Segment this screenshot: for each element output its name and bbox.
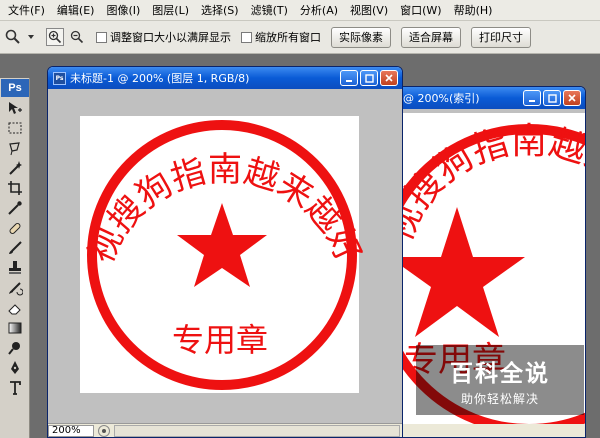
- marquee-icon[interactable]: [0, 118, 29, 138]
- zoom-level-field[interactable]: 200%: [48, 424, 94, 437]
- seal-image: 视搜狗指南越来越好 专用章: [80, 116, 369, 393]
- pen-icon[interactable]: [0, 358, 29, 378]
- type-icon[interactable]: [0, 378, 29, 398]
- document-window-main[interactable]: Ps 未标题-1 @ 200% (图层 1, RGB/8) 视搜狗指南越来越好 …: [47, 66, 403, 438]
- eyedropper-icon[interactable]: [0, 198, 29, 218]
- menu-bar: 文件(F) 编辑(E) 图像(I) 图层(L) 选择(S) 滤镜(T) 分析(A…: [0, 0, 600, 21]
- menu-edit[interactable]: 编辑(E): [51, 0, 101, 21]
- actual-pixels-button[interactable]: 实际像素: [331, 26, 391, 48]
- options-bar: 调整窗口大小以满屏显示 缩放所有窗口 实际像素 适合屏幕 打印尺寸: [0, 21, 600, 54]
- minimize-button[interactable]: [340, 70, 358, 86]
- brush-icon[interactable]: [0, 238, 29, 258]
- resize-windows-checkbox[interactable]: 调整窗口大小以满屏显示: [96, 29, 231, 45]
- move-icon[interactable]: [0, 98, 29, 118]
- zoom-tool-icon[interactable]: [4, 28, 22, 46]
- menu-view[interactable]: 视图(V): [344, 0, 394, 21]
- minimize-button[interactable]: [523, 90, 541, 106]
- toolbox: Ps: [0, 78, 30, 438]
- menu-image[interactable]: 图像(I): [100, 0, 146, 21]
- ps-document-icon: Ps: [53, 71, 66, 85]
- horizontal-scrollbar[interactable]: [114, 424, 400, 437]
- maximize-button[interactable]: [360, 70, 378, 86]
- menu-help[interactable]: 帮助(H): [448, 0, 499, 21]
- status-bar: 200%: [48, 423, 402, 437]
- ps-logo: Ps: [1, 79, 29, 97]
- zoom-all-windows-label: 缩放所有窗口: [255, 31, 321, 44]
- watermark: 百科全说 助你轻松解决: [416, 345, 584, 415]
- fit-screen-button[interactable]: 适合屏幕: [401, 26, 461, 48]
- burn-icon[interactable]: [0, 338, 29, 358]
- menu-layer[interactable]: 图层(L): [146, 0, 195, 21]
- checkbox-box[interactable]: [241, 31, 252, 43]
- menu-analysis[interactable]: 分析(A): [294, 0, 344, 21]
- magic-wand-icon[interactable]: [0, 158, 29, 178]
- close-button[interactable]: [563, 90, 581, 106]
- menu-window[interactable]: 窗口(W): [394, 0, 447, 21]
- document-title: @ 200%(索引): [403, 92, 480, 105]
- zoom-out-icon[interactable]: [68, 28, 86, 46]
- close-button[interactable]: [380, 70, 398, 86]
- menu-filter[interactable]: 滤镜(T): [245, 0, 294, 21]
- maximize-button[interactable]: [543, 90, 561, 106]
- print-size-button[interactable]: 打印尺寸: [471, 26, 531, 48]
- watermark-subtitle: 助你轻松解决: [460, 391, 539, 406]
- document-title: 未标题-1 @ 200% (图层 1, RGB/8): [70, 72, 250, 85]
- checkbox-box[interactable]: [96, 31, 107, 43]
- document-titlebar[interactable]: Ps 未标题-1 @ 200% (图层 1, RGB/8): [48, 67, 402, 89]
- zoom-in-icon[interactable]: [46, 28, 64, 46]
- window-controls: [523, 90, 581, 106]
- menu-file[interactable]: 文件(F): [2, 0, 51, 21]
- document-canvas[interactable]: 视搜狗指南越来越好 专用章: [48, 89, 402, 423]
- history-brush-icon[interactable]: [0, 278, 29, 298]
- menu-select[interactable]: 选择(S): [195, 0, 245, 21]
- healing-icon[interactable]: [0, 218, 29, 238]
- window-controls: [340, 70, 398, 86]
- watermark-title: 百科全说: [450, 360, 550, 387]
- eraser-icon[interactable]: [0, 298, 29, 318]
- lasso-icon[interactable]: [0, 138, 29, 158]
- zoom-all-windows-checkbox[interactable]: 缩放所有窗口: [241, 29, 321, 45]
- chevron-down-icon[interactable]: [26, 28, 36, 46]
- photoshop-window: 文件(F) 编辑(E) 图像(I) 图层(L) 选择(S) 滤镜(T) 分析(A…: [0, 0, 600, 438]
- document-titlebar[interactable]: @ 200%(索引): [395, 87, 585, 109]
- status-info-icon[interactable]: [98, 424, 110, 437]
- resize-windows-label: 调整窗口大小以满屏显示: [110, 31, 231, 44]
- seal-bottom-text: 专用章: [172, 321, 268, 359]
- gradient-icon[interactable]: [0, 318, 29, 338]
- crop-icon[interactable]: [0, 178, 29, 198]
- stamp-icon[interactable]: [0, 258, 29, 278]
